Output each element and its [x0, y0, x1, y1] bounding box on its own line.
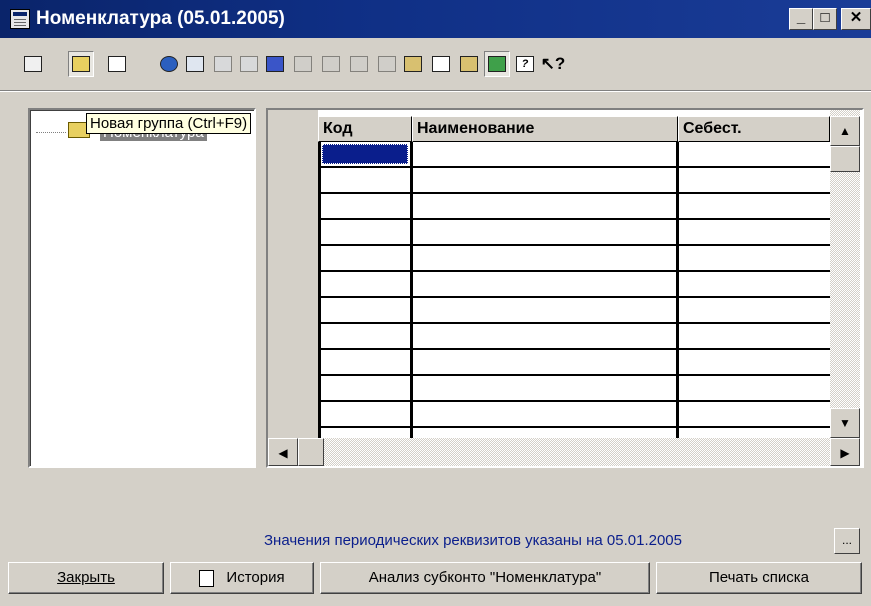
group-tree[interactable]: Номенклатура: [28, 108, 256, 468]
close-dialog-button[interactable]: Закрыть: [8, 562, 164, 594]
periodic-attributes-info: Значения периодических реквизитов указан…: [264, 532, 682, 549]
scroll-up-arrow-icon[interactable]: ▲: [830, 116, 860, 146]
history-icon: [199, 569, 215, 587]
horizontal-scroll-thumb[interactable]: [298, 438, 324, 466]
table-row[interactable]: [318, 376, 832, 402]
tree-connector: [36, 132, 66, 133]
column-header-code[interactable]: Код: [318, 116, 412, 142]
move-to-group-tool-icon[interactable]: [262, 51, 288, 77]
mark-tool-icon[interactable]: [236, 51, 262, 77]
selected-cell[interactable]: [322, 144, 408, 164]
table-row[interactable]: [318, 220, 832, 246]
close-button-label: Закрыть: [57, 569, 115, 586]
table-row[interactable]: [318, 246, 832, 272]
scroll-right-arrow-icon[interactable]: ▶: [830, 438, 860, 466]
edit-tool-icon[interactable]: [104, 51, 130, 77]
title-bar: Номенклатура (05.01.2005) _ □ ✕: [0, 0, 871, 38]
new-item-tool-icon[interactable]: [20, 51, 46, 77]
history-button[interactable]: История: [170, 562, 314, 594]
table-row[interactable]: [318, 142, 832, 168]
select-date-button[interactable]: ...: [834, 528, 860, 554]
history-button-label: История: [226, 569, 285, 586]
copy-item-tool-icon[interactable]: [182, 51, 208, 77]
table-row[interactable]: [318, 272, 832, 298]
scroll-down-arrow-icon[interactable]: ▼: [830, 408, 860, 438]
list-tool-icon[interactable]: [456, 51, 482, 77]
table-row[interactable]: [318, 298, 832, 324]
table-row[interactable]: [318, 350, 832, 376]
window-icon: [10, 9, 30, 29]
table-row[interactable]: [318, 168, 832, 194]
tooltip-new-group: Новая группа (Ctrl+F9): [86, 113, 252, 134]
hierarchy-tool-icon[interactable]: [318, 51, 344, 77]
nomenclature-window: Номенклатура (05.01.2005) _ □ ✕ ? ↖? Ном…: [0, 0, 871, 606]
print-list-button[interactable]: Печать списка: [656, 562, 862, 594]
context-help-tool-icon[interactable]: ↖?: [540, 51, 566, 77]
column-header-name[interactable]: Наименование: [412, 116, 678, 142]
report-tool-icon[interactable]: [428, 51, 454, 77]
maximize-button[interactable]: □: [813, 8, 837, 30]
vertical-scrollbar[interactable]: ▲ ▼: [830, 110, 860, 438]
row-header-column: [268, 110, 318, 438]
delete-tool-icon[interactable]: [210, 51, 236, 77]
vertical-scroll-thumb[interactable]: [830, 146, 860, 172]
clear-filter-tool-icon[interactable]: [374, 51, 400, 77]
toolbar-divider: [0, 90, 871, 92]
find-tool-icon[interactable]: [156, 51, 182, 77]
items-table[interactable]: Код Наименование Себест. ▲ ▼ ◀ ▶: [266, 108, 864, 468]
table-row[interactable]: [318, 194, 832, 220]
analysis-subconto-button[interactable]: Анализ субконто "Номенклатура": [320, 562, 650, 594]
minimize-button[interactable]: _: [789, 8, 813, 30]
paste-tool-icon[interactable]: [400, 51, 426, 77]
help-tool-icon[interactable]: ?: [512, 51, 538, 77]
tree-view-tool-icon[interactable]: [484, 51, 510, 77]
window-title: Номенклатура (05.01.2005): [36, 8, 285, 29]
table-row[interactable]: [318, 324, 832, 350]
table-row[interactable]: [318, 402, 832, 428]
toolbar: ? ↖?: [0, 38, 871, 90]
new-group-tool-icon[interactable]: [68, 51, 94, 77]
horizontal-scrollbar[interactable]: ◀ ▶: [268, 438, 860, 466]
filter-tool-icon[interactable]: [346, 51, 372, 77]
column-header-cost[interactable]: Себест.: [678, 116, 830, 142]
scroll-left-arrow-icon[interactable]: ◀: [268, 438, 298, 466]
up-level-tool-icon[interactable]: [290, 51, 316, 77]
close-button[interactable]: ✕: [841, 8, 871, 30]
